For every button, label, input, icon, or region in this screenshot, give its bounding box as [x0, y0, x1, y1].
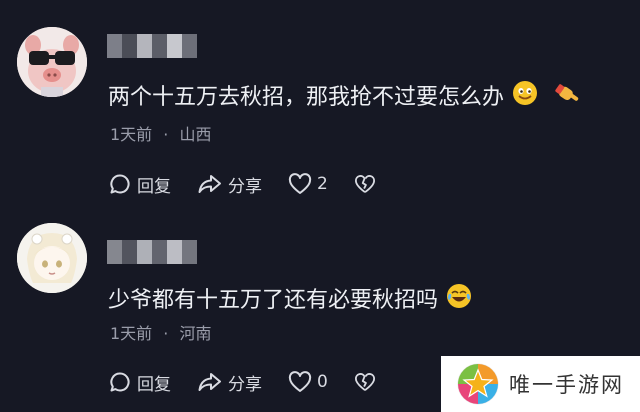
comment-meta: 1天前 · 河南 — [110, 320, 211, 344]
heart-icon — [288, 371, 312, 392]
speech-bubble-icon — [110, 174, 130, 194]
like-count: 0 — [317, 372, 328, 392]
comment-time: 1天前 — [110, 324, 153, 343]
speech-bubble-icon — [110, 372, 130, 392]
smiling-face-emoji — [512, 80, 538, 115]
comment-time: 1天前 — [110, 125, 153, 144]
avatar[interactable] — [17, 223, 87, 293]
share-arrow-icon — [198, 373, 221, 391]
broken-heart-icon — [354, 175, 375, 193]
avatar[interactable] — [17, 27, 87, 97]
username-blurred[interactable] — [107, 34, 197, 58]
anime-girl-avatar-image — [17, 223, 87, 293]
broken-heart-icon — [354, 373, 375, 391]
share-button[interactable]: 分享 — [197, 172, 262, 197]
site-watermark: 唯一手游网 — [441, 356, 640, 412]
comment-text: 两个十五万去秋招，那我抢不过要怎么办 — [108, 80, 582, 115]
comment-actions: 回复 分享 2 — [108, 171, 402, 197]
comment-location: 河南 — [179, 324, 212, 343]
dislike-button[interactable] — [354, 372, 376, 392]
star-logo-icon — [457, 363, 499, 405]
share-label: 分享 — [228, 374, 262, 395]
dislike-button[interactable] — [354, 174, 376, 194]
like-button[interactable]: 0 — [288, 371, 328, 393]
reply-button[interactable]: 回复 — [108, 370, 171, 395]
username-blurred[interactable] — [107, 240, 197, 264]
reply-button[interactable]: 回复 — [108, 172, 171, 197]
comment-text: 少爷都有十五万了还有必要秋招吗 — [108, 283, 472, 318]
like-button[interactable]: 2 — [288, 173, 328, 195]
pig-avatar-image — [17, 27, 87, 97]
meta-separator: · — [163, 125, 169, 144]
comment-meta: 1天前 · 山西 — [110, 121, 211, 145]
heart-icon — [288, 173, 312, 194]
share-arrow-icon — [198, 175, 221, 193]
watermark-text: 唯一手游网 — [509, 373, 624, 397]
meta-separator: · — [163, 324, 169, 343]
share-button[interactable]: 分享 — [197, 370, 262, 395]
share-label: 分享 — [228, 176, 262, 197]
like-count: 2 — [317, 174, 328, 194]
pointing-hand-emoji — [554, 80, 582, 115]
comment-item: 两个十五万去秋招，那我抢不过要怎么办 1天前 · 山西 回复 分享 2 — [0, 0, 640, 206]
reply-label: 回复 — [137, 176, 171, 197]
reply-label: 回复 — [137, 374, 171, 395]
tears-of-joy-emoji — [446, 283, 472, 318]
comment-actions: 回复 分享 0 — [108, 369, 402, 395]
comment-location: 山西 — [179, 125, 212, 144]
